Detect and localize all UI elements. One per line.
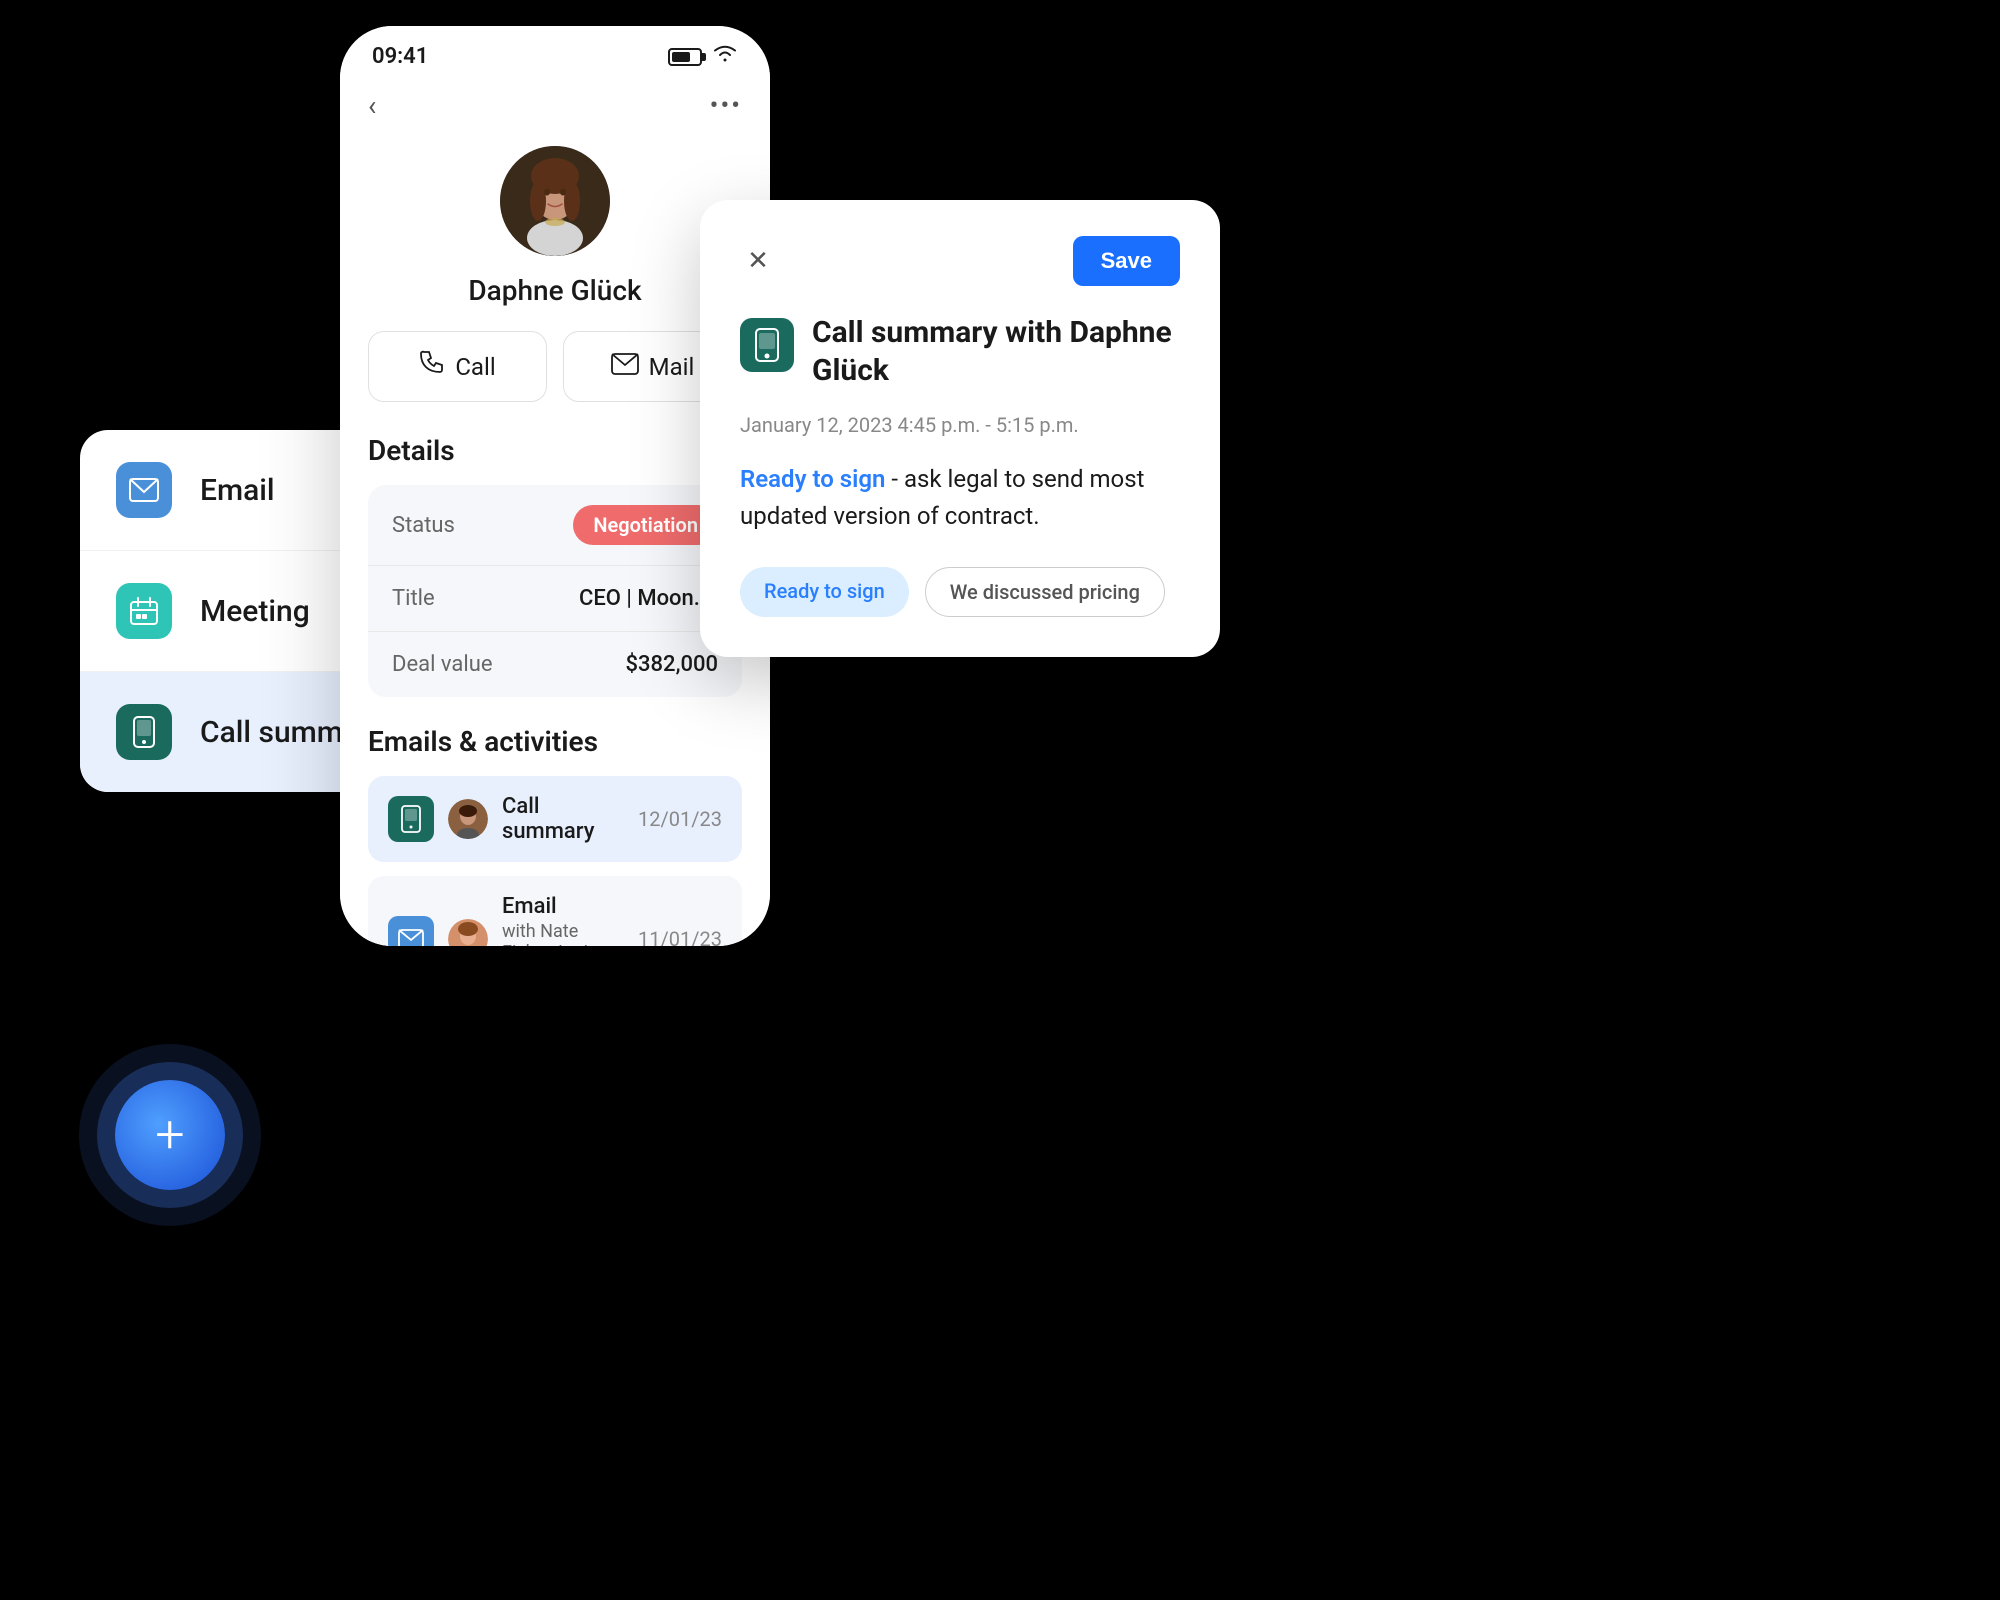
meeting-icon [116, 583, 172, 639]
activities-section: Emails & activities [368, 725, 742, 946]
status-badge: Negotiation [573, 505, 718, 545]
activities-title: Emails & activities [368, 725, 742, 776]
deal-value: $382,000 [626, 652, 718, 677]
deal-label: Deal value [392, 652, 492, 677]
sidebar-item-meeting-label: Meeting [200, 594, 310, 629]
activity-text-2: Email with Nate Fisher, Larissa Piker [502, 894, 624, 946]
details-section: Details Status Negotiation Title CEO | M… [368, 434, 742, 725]
activity-email[interactable]: Email with Nate Fisher, Larissa Piker 11… [368, 876, 742, 946]
save-button[interactable]: Save [1073, 236, 1180, 286]
activity-date-1: 12/01/23 [638, 807, 722, 831]
tag-discussed-pricing[interactable]: We discussed pricing [925, 567, 1165, 617]
activity-text-1: Call summary [502, 794, 624, 844]
popup-title: Call summary with Daphne Glück [812, 314, 1180, 389]
back-button[interactable]: ‹ [368, 89, 376, 122]
fab-button[interactable]: + [115, 1080, 225, 1190]
activity-call-icon [388, 796, 434, 842]
activity-email-icon [388, 916, 434, 946]
activity-title-1: Call summary [502, 794, 624, 844]
popup-tags: Ready to sign We discussed pricing [740, 567, 1180, 617]
popup-title-row: Call summary with Daphne Glück [740, 314, 1180, 389]
popup-header: ✕ Save [740, 236, 1180, 286]
phone-icon [419, 350, 445, 383]
mail-icon [611, 352, 639, 382]
battery-icon [668, 48, 702, 66]
avatar-image [500, 146, 610, 256]
popup-datetime: January 12, 2023 4:45 p.m. - 5:15 p.m. [740, 413, 1180, 437]
status-icons [668, 44, 738, 69]
more-button[interactable]: ••• [710, 91, 742, 121]
mail-label: Mail [649, 353, 695, 381]
popup-link[interactable]: Ready to sign [740, 465, 885, 493]
details-title: Details [368, 434, 742, 485]
call-summary-popup: ✕ Save Call summary with Daphne Glück Ja… [700, 200, 1220, 657]
status-label: Status [392, 513, 455, 538]
title-label: Title [392, 586, 435, 611]
title-value: CEO | Moon.io [579, 586, 718, 611]
phone-header: ‹ ••• [340, 77, 770, 138]
popup-call-icon [740, 318, 794, 372]
activity-avatar-2 [448, 919, 488, 946]
status-bar: 09:41 [340, 26, 770, 77]
call-button[interactable]: Call [368, 331, 547, 402]
status-time: 09:41 [372, 44, 428, 69]
email-icon [116, 462, 172, 518]
status-row: Status Negotiation [368, 485, 742, 566]
close-button[interactable]: ✕ [740, 243, 776, 279]
avatar [500, 146, 610, 256]
contact-avatar-wrap [368, 138, 742, 274]
wifi-icon [712, 44, 738, 69]
popup-body: Ready to sign - ask legal to send most u… [740, 461, 1180, 535]
fab-plus-icon: + [155, 1109, 184, 1161]
detail-card: Status Negotiation Title CEO | Moon.io D… [368, 485, 742, 697]
contact-name: Daphne Glück [368, 274, 742, 331]
call-summary-icon [116, 704, 172, 760]
title-row: Title CEO | Moon.io [368, 566, 742, 632]
activity-call-summary[interactable]: Call summary 12/01/23 [368, 776, 742, 862]
activity-date-2: 11/01/23 [638, 927, 722, 946]
activity-avatar-1 [448, 799, 488, 839]
contact-actions: Call Mail [368, 331, 742, 402]
deal-row: Deal value $382,000 [368, 632, 742, 697]
sidebar-item-email-label: Email [200, 473, 275, 508]
tag-ready-to-sign[interactable]: Ready to sign [740, 567, 909, 617]
activity-sub-2: with Nate Fisher, Larissa Piker [502, 921, 624, 946]
activity-title-2: Email [502, 894, 624, 919]
call-label: Call [455, 353, 495, 381]
